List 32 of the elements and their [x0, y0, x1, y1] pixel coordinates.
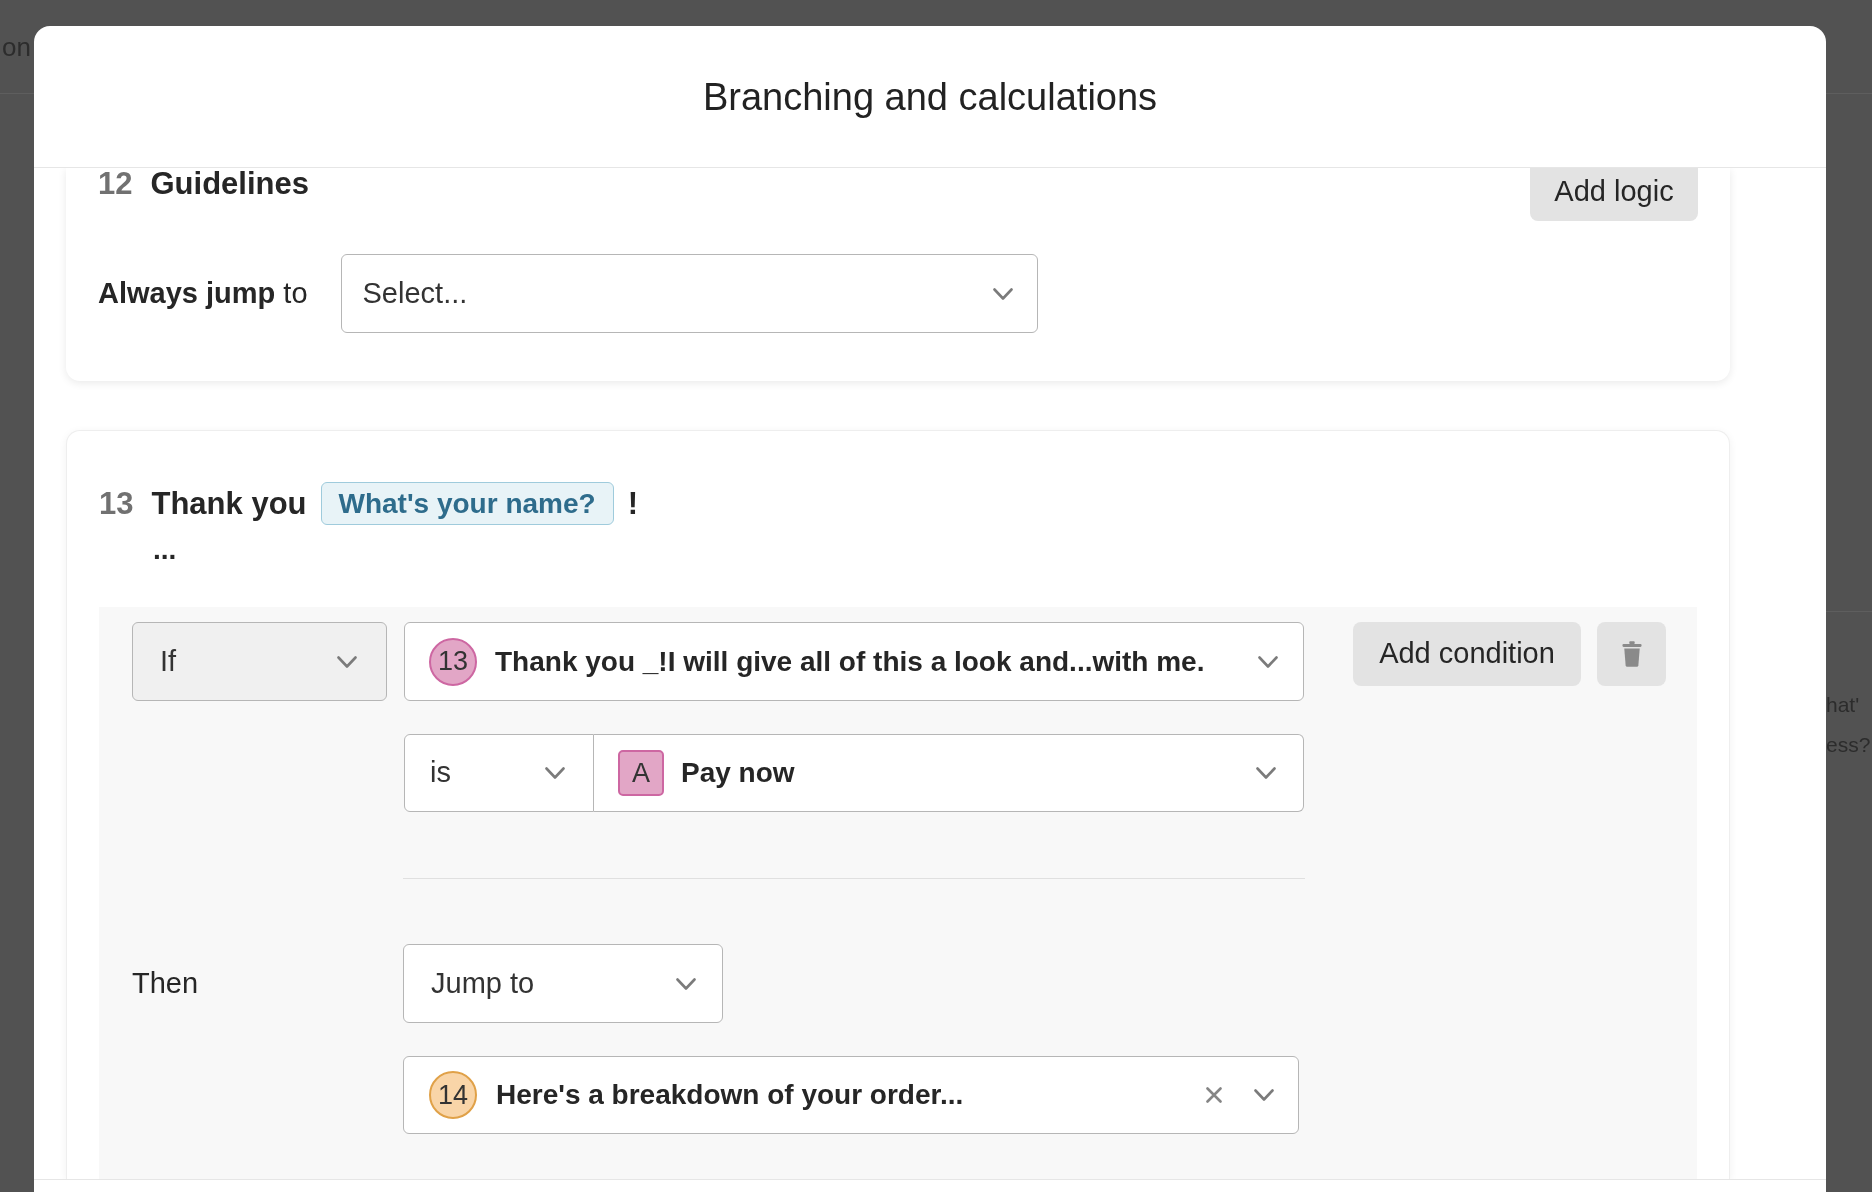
- question-title: Guidelines: [150, 168, 309, 202]
- chevron-down-icon: [337, 655, 357, 668]
- add-logic-button[interactable]: Add logic: [1530, 168, 1698, 221]
- jump-label: Always jump to: [98, 275, 308, 311]
- question-number: 12: [98, 168, 133, 202]
- chevron-down-icon: [676, 977, 696, 990]
- chevron-down-icon: [1256, 767, 1276, 779]
- answer-select[interactable]: A Pay now: [594, 734, 1304, 812]
- target-select[interactable]: 14 Here's a breakdown of your order...: [403, 1056, 1299, 1134]
- trash-icon: [1621, 641, 1642, 667]
- question-reference-tag: What's your name?: [320, 482, 614, 525]
- operator-select[interactable]: If: [132, 622, 387, 701]
- comparator-select[interactable]: is: [404, 734, 594, 812]
- action-select[interactable]: Jump to: [403, 944, 723, 1023]
- delete-button[interactable]: [1597, 622, 1666, 686]
- number-badge: 13: [429, 637, 477, 686]
- number-badge: A: [618, 750, 664, 796]
- chevron-down-icon: [1258, 655, 1278, 668]
- destination-select[interactable]: Select...: [340, 254, 1038, 333]
- dialog-title: Branching and calculations: [702, 74, 1158, 119]
- number-badge: 14: [429, 1071, 477, 1119]
- chevron-down-icon: [545, 767, 565, 779]
- question-select[interactable]: 13 Thank you _!I will give all of this a look and...with me.: [404, 622, 1304, 701]
- add-condition-button[interactable]: Add condition: [1353, 622, 1581, 686]
- ellipsis-text: ...: [153, 533, 177, 567]
- then-label: Then: [132, 965, 199, 1001]
- chevron-down-icon: [992, 287, 1013, 300]
- close-icon[interactable]: [1206, 1087, 1222, 1103]
- question-title: !: [627, 485, 638, 522]
- chevron-down-icon: [1254, 1089, 1274, 1101]
- question-title: Thank you: [151, 485, 307, 522]
- question-number: 13: [99, 485, 134, 522]
